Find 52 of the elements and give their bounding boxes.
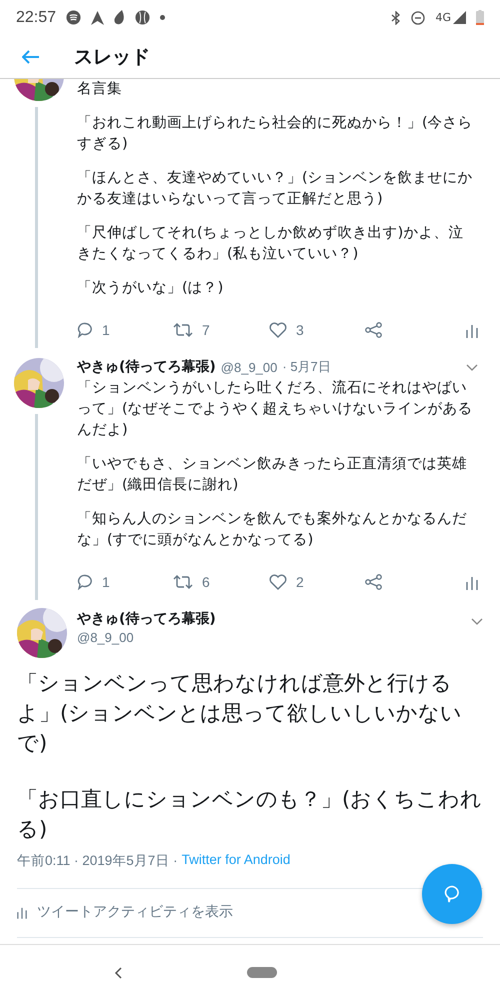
heart-icon[interactable]: [269, 574, 287, 590]
share-icon[interactable]: [365, 574, 382, 590]
retweet-count: 7: [202, 322, 210, 338]
spotify-icon: [66, 10, 82, 25]
analytics-icon: [17, 906, 27, 918]
tweet-text: 「知らん人のションベンを飲んでも案外なんとかなるんだな」(すでに頭がなんとかなってる): [77, 510, 468, 550]
heart-icon[interactable]: [269, 322, 287, 338]
chevron-down-icon[interactable]: [466, 364, 478, 370]
reply-count: 1: [102, 574, 110, 590]
battery-icon: [476, 10, 484, 25]
bluetooth-icon: [391, 10, 402, 24]
network-type: 4G: [435, 11, 451, 24]
reply-icon[interactable]: [77, 574, 93, 590]
header-title: スレッド: [74, 44, 150, 70]
retweet-count: 6: [202, 574, 210, 590]
tweet-text: 「尺伸ばしてそれ(ちょっとしか飲めず吹き出す)かよ、泣きたくなってくるわ」(私も泣いていい？): [77, 224, 464, 264]
tweet-text: 「お口直しにションベンのも？」(おくちこわれる): [17, 786, 483, 843]
tweet-text: 「次うがいな」(は？): [77, 279, 224, 298]
navigation-arrow-icon: [91, 10, 104, 24]
status-time: 22:57: [16, 8, 56, 26]
ball-icon: [135, 10, 150, 25]
like-count: 2: [296, 574, 304, 590]
chat-bubble-icon: [443, 885, 461, 903]
compose-reply-button[interactable]: [422, 864, 482, 924]
analytics-icon[interactable]: [466, 322, 478, 338]
retweet-icon[interactable]: [173, 575, 193, 589]
nav-back-icon[interactable]: [114, 966, 122, 978]
tweet-timestamp: 午前0:11 · 2019年5月7日 ·: [17, 852, 178, 870]
tweet-text: 「いやでもさ、ションベン飲みきったら正直清須では英雄だぜ」(織田信長に謝れ): [77, 455, 468, 495]
author-handle: @8_9_00: [77, 630, 135, 645]
retweet-icon[interactable]: [173, 323, 193, 337]
back-arrow-icon[interactable]: [22, 50, 40, 64]
signal-icon: [453, 11, 466, 24]
chevron-down-icon[interactable]: [471, 618, 483, 625]
tweet-text: 「おれこれ動画上げられたら社会的に死ぬから！」(今さらすぎる): [77, 114, 474, 154]
tweet-text: 「ションベンって思わなければ意外と行けるよ」(ションベンとは思って欲しいしいかないで): [17, 670, 464, 757]
reply-icon[interactable]: [77, 322, 93, 338]
reply-count: 1: [102, 322, 110, 338]
author-name[interactable]: やきゅ(待ってろ幕張): [77, 358, 216, 376]
share-icon[interactable]: [365, 322, 382, 338]
analytics-icon[interactable]: [466, 574, 478, 590]
tweet-date: · 5月7日: [282, 358, 331, 376]
tweet-text: 名言集: [77, 80, 123, 99]
drop-icon: [114, 10, 126, 25]
tweet-text: 「ほんとさ、友達やめていい？」(ションベンを飲ませにかかる友達はいらないって言って正解だと思う): [77, 169, 474, 209]
author-handle: @8_9_00: [220, 360, 278, 374]
tweet-text: 「ションベンうがいしたら吐くだろ、流石にそれはやばいって」(なぜそこでようやく超えちゃいけないラインがあるんだよ): [77, 378, 474, 440]
home-pill-icon[interactable]: [246, 967, 276, 978]
do-not-disturb-icon: [411, 10, 426, 24]
dot-icon: [160, 15, 166, 20]
like-count: 3: [296, 322, 304, 338]
author-name[interactable]: やきゅ(待ってろ幕張): [77, 610, 216, 628]
